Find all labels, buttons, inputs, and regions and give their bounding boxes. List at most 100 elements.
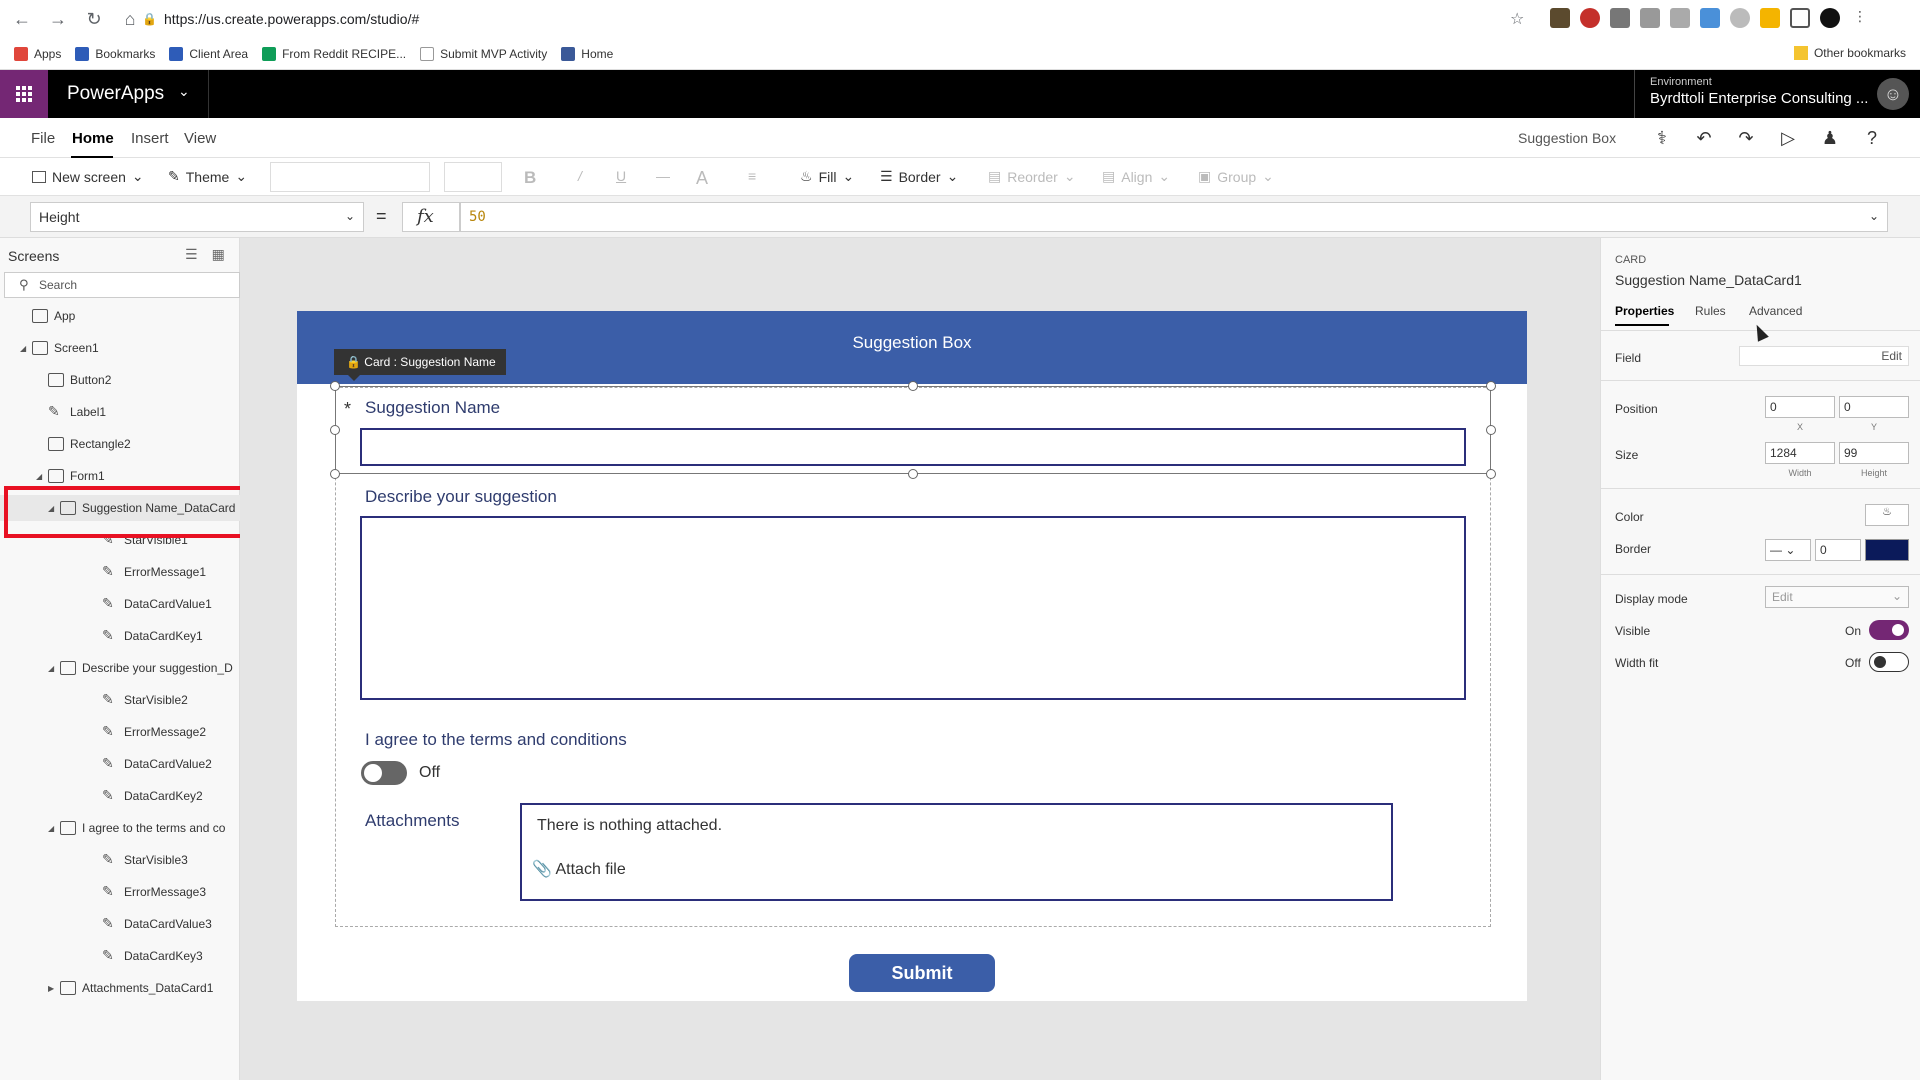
new-screen-button[interactable]: New screen ⌄ bbox=[32, 168, 144, 185]
undo-icon[interactable]: ↶ bbox=[1692, 126, 1716, 150]
expand-formula-icon[interactable]: ⌄ bbox=[1869, 209, 1879, 223]
position-y-input[interactable]: 0 bbox=[1839, 396, 1909, 418]
terms-toggle[interactable] bbox=[361, 761, 407, 785]
attach-file-link[interactable]: 📎 Attach file bbox=[532, 859, 626, 879]
menu-dots-icon[interactable]: ⋮ bbox=[1850, 8, 1870, 28]
extension-icon[interactable] bbox=[1550, 8, 1570, 28]
stethoscope-icon[interactable]: ⚕ bbox=[1650, 126, 1674, 150]
tree-item[interactable]: ◢ Screen1 bbox=[0, 335, 240, 361]
thumbnail-view-icon[interactable]: ▦ bbox=[212, 246, 225, 263]
cast-icon[interactable] bbox=[1790, 8, 1810, 28]
bookmark-client-area[interactable]: Client Area bbox=[169, 46, 248, 61]
bookmark-reddit-recipe[interactable]: From Reddit RECIPE... bbox=[262, 46, 406, 61]
tree-item[interactable]: ✎ StarVisible2 bbox=[0, 687, 240, 713]
border-style-select[interactable]: — ⌄ bbox=[1765, 539, 1811, 561]
strikethrough-button[interactable]: — bbox=[656, 168, 670, 184]
adblock-icon[interactable] bbox=[1580, 8, 1600, 28]
expand-arrow-icon[interactable]: ◢ bbox=[20, 344, 32, 353]
visible-toggle[interactable] bbox=[1869, 620, 1909, 640]
position-x-input[interactable]: 0 bbox=[1765, 396, 1835, 418]
resize-handle[interactable] bbox=[908, 469, 918, 479]
resize-handle[interactable] bbox=[330, 425, 340, 435]
forward-icon[interactable]: → bbox=[44, 5, 72, 33]
tree-item[interactable]: App bbox=[0, 303, 240, 329]
tree-item[interactable]: ✎ StarVisible3 bbox=[0, 847, 240, 873]
bookmark-apps[interactable]: Apps bbox=[14, 46, 61, 61]
tree-item[interactable]: ✎ DataCardValue1 bbox=[0, 591, 240, 617]
other-bookmarks[interactable]: Other bookmarks bbox=[1793, 46, 1906, 60]
tree-item[interactable]: ✎ DataCardValue2 bbox=[0, 751, 240, 777]
tree-item[interactable]: ✎ Label1 bbox=[0, 399, 240, 425]
theme-button[interactable]: ✎ Theme ⌄ bbox=[168, 168, 247, 185]
reorder-button[interactable]: ▤ Reorder ⌄ bbox=[988, 168, 1076, 185]
resize-handle[interactable] bbox=[1486, 469, 1496, 479]
field-edit-button[interactable]: Edit bbox=[1739, 346, 1909, 366]
font-family-select[interactable] bbox=[270, 162, 430, 192]
font-size-select[interactable] bbox=[444, 162, 502, 192]
expand-arrow-icon[interactable]: ◢ bbox=[48, 664, 60, 673]
attachments-control[interactable]: There is nothing attached. 📎 Attach file bbox=[520, 803, 1393, 901]
tree-item[interactable]: ✎ DataCardKey2 bbox=[0, 783, 240, 809]
width-fit-toggle[interactable] bbox=[1869, 652, 1909, 672]
resize-handle[interactable] bbox=[1486, 425, 1496, 435]
describe-suggestion-input[interactable] bbox=[360, 516, 1466, 700]
formula-input[interactable]: 50 ⌄ bbox=[460, 202, 1888, 232]
tab-advanced[interactable]: Advanced bbox=[1749, 304, 1802, 318]
bookmark-home[interactable]: Home bbox=[561, 46, 613, 61]
fill-button[interactable]: ♨ Fill ⌄ bbox=[800, 168, 854, 185]
width-input[interactable]: 1284 bbox=[1765, 442, 1835, 464]
control-name[interactable]: Suggestion Name_DataCard1 bbox=[1615, 272, 1802, 288]
tree-item[interactable]: Button2 bbox=[0, 367, 240, 393]
share-user-icon[interactable]: ♟ bbox=[1818, 126, 1842, 150]
play-icon[interactable]: ▷ bbox=[1776, 126, 1800, 150]
chevron-down-icon[interactable]: ⌄ bbox=[178, 83, 190, 100]
environment-picker[interactable]: Environment Byrdttoli Enterprise Consult… bbox=[1634, 70, 1872, 118]
extension-icon[interactable] bbox=[1640, 8, 1660, 28]
tree-item[interactable]: ✎ ErrorMessage3 bbox=[0, 879, 240, 905]
extension-icon[interactable] bbox=[1610, 8, 1630, 28]
height-input[interactable]: 99 bbox=[1839, 442, 1909, 464]
help-icon[interactable]: ? bbox=[1860, 126, 1884, 150]
app-name[interactable]: PowerApps bbox=[67, 83, 164, 105]
tree-item[interactable]: ✎ ErrorMessage2 bbox=[0, 719, 240, 745]
reload-icon[interactable]: ↻ bbox=[80, 5, 108, 33]
expand-arrow-icon[interactable]: ◢ bbox=[36, 472, 48, 481]
text-align-icon[interactable]: ≡ bbox=[748, 168, 756, 184]
bold-button[interactable]: B bbox=[524, 168, 536, 188]
extension-icon[interactable] bbox=[1760, 8, 1780, 28]
bookmark-star-icon[interactable]: ☆ bbox=[1510, 9, 1524, 29]
fx-button[interactable]: fx bbox=[402, 202, 460, 232]
app-screen[interactable]: Suggestion Box 🔒 Card : Suggestion Name … bbox=[297, 311, 1527, 1001]
bookmark-submit-mvp[interactable]: Submit MVP Activity bbox=[420, 46, 547, 61]
list-view-icon[interactable]: ☰ bbox=[185, 246, 198, 263]
user-avatar-icon[interactable]: ☺ bbox=[1877, 78, 1909, 110]
submit-button[interactable]: Submit bbox=[849, 954, 995, 992]
tree-item[interactable]: ◢ Describe your suggestion_D bbox=[0, 655, 240, 681]
font-color-button[interactable]: A bbox=[696, 168, 708, 189]
italic-button[interactable]: / bbox=[578, 168, 582, 184]
tree-item[interactable]: ✎ ErrorMessage1 bbox=[0, 559, 240, 585]
align-button[interactable]: ▤ Align ⌄ bbox=[1102, 168, 1170, 185]
bookmark-bookmarks[interactable]: Bookmarks bbox=[75, 46, 155, 61]
resize-handle[interactable] bbox=[330, 469, 340, 479]
border-button[interactable]: ☰ Border ⌄ bbox=[880, 168, 958, 185]
waffle-icon[interactable] bbox=[0, 70, 48, 118]
tree-item[interactable]: ▶ Attachments_DataCard1 bbox=[0, 975, 240, 1001]
resize-handle[interactable] bbox=[330, 381, 340, 391]
menu-file[interactable]: File bbox=[31, 130, 55, 147]
border-width-input[interactable]: 0 bbox=[1815, 539, 1861, 561]
menu-insert[interactable]: Insert bbox=[131, 130, 169, 147]
underline-button[interactable]: U bbox=[616, 168, 626, 184]
address-bar[interactable]: 🔒 https://us.create.powerapps.com/studio… bbox=[142, 5, 1532, 33]
property-select[interactable]: Height ⌄ bbox=[30, 202, 364, 232]
resize-handle[interactable] bbox=[908, 381, 918, 391]
extension-icon[interactable] bbox=[1700, 8, 1720, 28]
display-mode-select[interactable]: Edit ⌄ bbox=[1765, 586, 1909, 608]
extension-icon[interactable] bbox=[1730, 8, 1750, 28]
tree-search-input[interactable]: ⚲ Search bbox=[4, 272, 240, 298]
tree-item[interactable]: ✎ DataCardKey3 bbox=[0, 943, 240, 969]
suggestion-name-input[interactable] bbox=[360, 428, 1466, 466]
tab-properties[interactable]: Properties bbox=[1615, 304, 1674, 318]
tree-item[interactable]: ✎ DataCardValue3 bbox=[0, 911, 240, 937]
group-button[interactable]: ▣ Group ⌄ bbox=[1198, 168, 1274, 185]
